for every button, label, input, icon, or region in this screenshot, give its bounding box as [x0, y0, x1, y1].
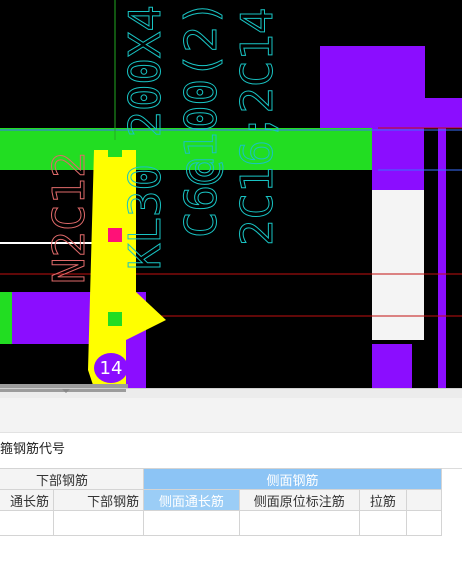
annotation-line-2: C6@100(2) — [176, 0, 227, 238]
rebar-table: 下部钢筋 侧面钢筋 通长筋 下部钢筋 侧面通长筋 侧面原位标注筋 拉筋 4 — [0, 468, 442, 536]
col-header-bottom[interactable]: 下部钢筋 — [52, 489, 145, 511]
annotation-line-1: KL30 200X4 — [120, 5, 171, 270]
left-rebar-label: N2C12 — [44, 152, 95, 284]
cad-drawing[interactable]: KL30 200X4 C6@100(2) 2C16;2C14 N2C12 — [0, 0, 462, 388]
cell-side-inplace[interactable] — [238, 510, 360, 536]
col-header-side-through[interactable]: 侧面通长筋 — [143, 489, 240, 511]
property-panel: 箍钢筋代号 下部钢筋 侧面钢筋 通长筋 下部钢筋 侧面通长筋 侧面原位标注筋 拉… — [0, 398, 462, 582]
cell-bottom[interactable] — [52, 510, 145, 536]
cell-tie[interactable] — [358, 510, 408, 536]
panel-toolbar — [0, 398, 462, 433]
beam-green-lower — [0, 292, 12, 344]
col-header-tie[interactable]: 拉筋 — [358, 489, 408, 511]
left-label-group: N2C12 — [44, 151, 96, 284]
annotation-text-group: KL30 200X4 C6@100(2) 2C16;2C14 — [120, 0, 284, 271]
column-core — [372, 190, 424, 340]
beam-purple-lower — [12, 292, 92, 344]
col-header-through[interactable]: 通长筋 — [0, 489, 54, 511]
column-base — [372, 344, 412, 388]
cad-canvas[interactable]: KL30 200X4 C6@100(2) 2C16;2C14 N2C12 14 — [0, 0, 462, 388]
marker-number-badge[interactable]: 14 — [94, 353, 128, 383]
rebar-code-label: 箍钢筋代号 — [0, 432, 462, 469]
col-header-extra — [406, 489, 442, 511]
annotation-line-3: 2C16;2C14 — [232, 8, 283, 246]
cell-extra — [406, 510, 442, 536]
group-header-bottom: 下部钢筋 — [0, 468, 145, 490]
cell-side-through[interactable] — [143, 510, 240, 536]
column-edge-dark — [446, 128, 462, 388]
cell-through[interactable]: 4 — [0, 510, 54, 536]
group-header-side[interactable]: 侧面钢筋 — [143, 468, 442, 490]
collapse-arrow-icon[interactable] — [62, 389, 70, 393]
col-header-side-inplace[interactable]: 侧面原位标注筋 — [238, 489, 360, 511]
grip-bottom[interactable] — [108, 312, 122, 326]
